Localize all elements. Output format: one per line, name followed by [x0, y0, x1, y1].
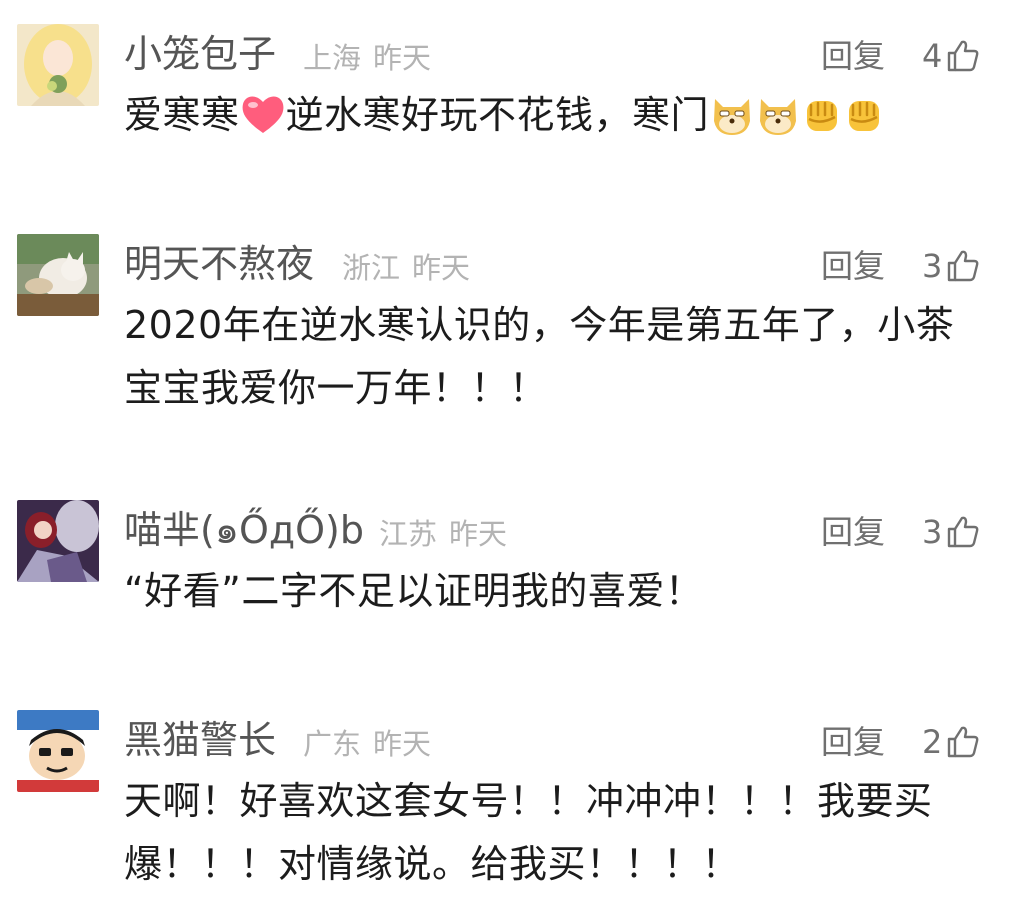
comment-text-part: 逆水寒好玩不花钱，寒门 — [285, 93, 710, 137]
comment-text-line: “好看”二字不足以证明我的喜爱！ — [124, 569, 704, 613]
like-button[interactable]: 3 — [922, 244, 980, 288]
comment-text: 2020年在逆水寒认识的，今年是第五年了，小茶 宝宝我爱你一万年！！！ — [124, 294, 994, 420]
location: 上海 — [303, 41, 362, 75]
thumbs-up-icon — [948, 250, 979, 282]
username[interactable]: 明天不熬夜 — [124, 238, 314, 290]
comment-text-line: 爆！！！对情缘说。给我买！！！！ — [124, 842, 741, 886]
reply-button[interactable]: 回复 — [821, 244, 885, 288]
timestamp: 昨天 — [412, 251, 471, 285]
reply-button[interactable]: 回复 — [821, 34, 885, 78]
comment-header: 黑猫警长 广东 昨天 回复 2 — [124, 714, 991, 774]
comment-text: “好看”二字不足以证明我的喜爱！ — [124, 560, 994, 623]
comment-text: 天啊！好喜欢这套女号！！冲冲冲！！！我要买 爆！！！对情缘说。给我买！！！！ — [124, 770, 994, 896]
like-count: 4 — [922, 37, 943, 75]
heart-emoji — [242, 95, 283, 133]
comment-list: 小笼包子 上海 昨天 回复 4 爱寒寒 逆水寒好玩不花钱，寒门 明天不熬夜 浙江… — [0, 0, 1031, 900]
comment-meta: 浙江 昨天 — [342, 248, 482, 288]
thumbs-up-icon — [948, 40, 979, 72]
comment-header: 明天不熬夜 浙江 昨天 回复 3 — [124, 238, 991, 298]
reply-button[interactable]: 回复 — [821, 510, 885, 554]
comment-text-line: 天啊！好喜欢这套女号！！冲冲冲！！！我要买 — [124, 779, 933, 823]
comment-meta: 江苏 昨天 — [379, 514, 519, 554]
location: 浙江 — [342, 251, 401, 285]
comment-text: 爱寒寒 逆水寒好玩不花钱，寒门 — [124, 84, 994, 147]
username[interactable]: 喵芈(๑ŐдŐ)b — [124, 504, 364, 556]
location: 广东 — [303, 727, 362, 761]
comment-text-line: 2020年在逆水寒认识的，今年是第五年了，小茶 — [124, 303, 955, 347]
comment-text-line: 宝宝我爱你一万年！！！ — [124, 366, 548, 410]
reply-button[interactable]: 回复 — [821, 720, 885, 764]
avatar[interactable] — [17, 500, 99, 582]
username[interactable]: 黑猫警长 — [124, 714, 276, 766]
comment-text-part: 爱寒寒 — [124, 93, 240, 137]
thumbs-up-icon — [948, 726, 979, 758]
avatar[interactable] — [17, 24, 99, 106]
comment-meta: 广东 昨天 — [303, 724, 443, 764]
doge-emoji — [714, 98, 751, 135]
comment-header: 喵芈(๑ŐдŐ)b 江苏 昨天 回复 3 — [124, 504, 991, 564]
username[interactable]: 小笼包子 — [124, 28, 276, 80]
timestamp: 昨天 — [373, 727, 432, 761]
thumbs-up-icon — [948, 516, 979, 548]
like-count: 3 — [922, 247, 943, 285]
timestamp: 昨天 — [373, 41, 432, 75]
fist-emoji — [807, 100, 838, 131]
like-count: 2 — [922, 723, 943, 761]
like-button[interactable]: 4 — [922, 34, 980, 78]
doge-emoji — [760, 98, 797, 135]
avatar[interactable] — [17, 710, 99, 792]
like-button[interactable]: 2 — [922, 720, 980, 764]
fist-emoji — [849, 100, 880, 131]
avatar[interactable] — [17, 234, 99, 316]
comment-header: 小笼包子 上海 昨天 回复 4 — [124, 28, 991, 88]
timestamp: 昨天 — [449, 517, 508, 551]
like-count: 3 — [922, 513, 943, 551]
like-button[interactable]: 3 — [922, 510, 980, 554]
location: 江苏 — [379, 517, 438, 551]
comment-meta: 上海 昨天 — [303, 38, 443, 78]
